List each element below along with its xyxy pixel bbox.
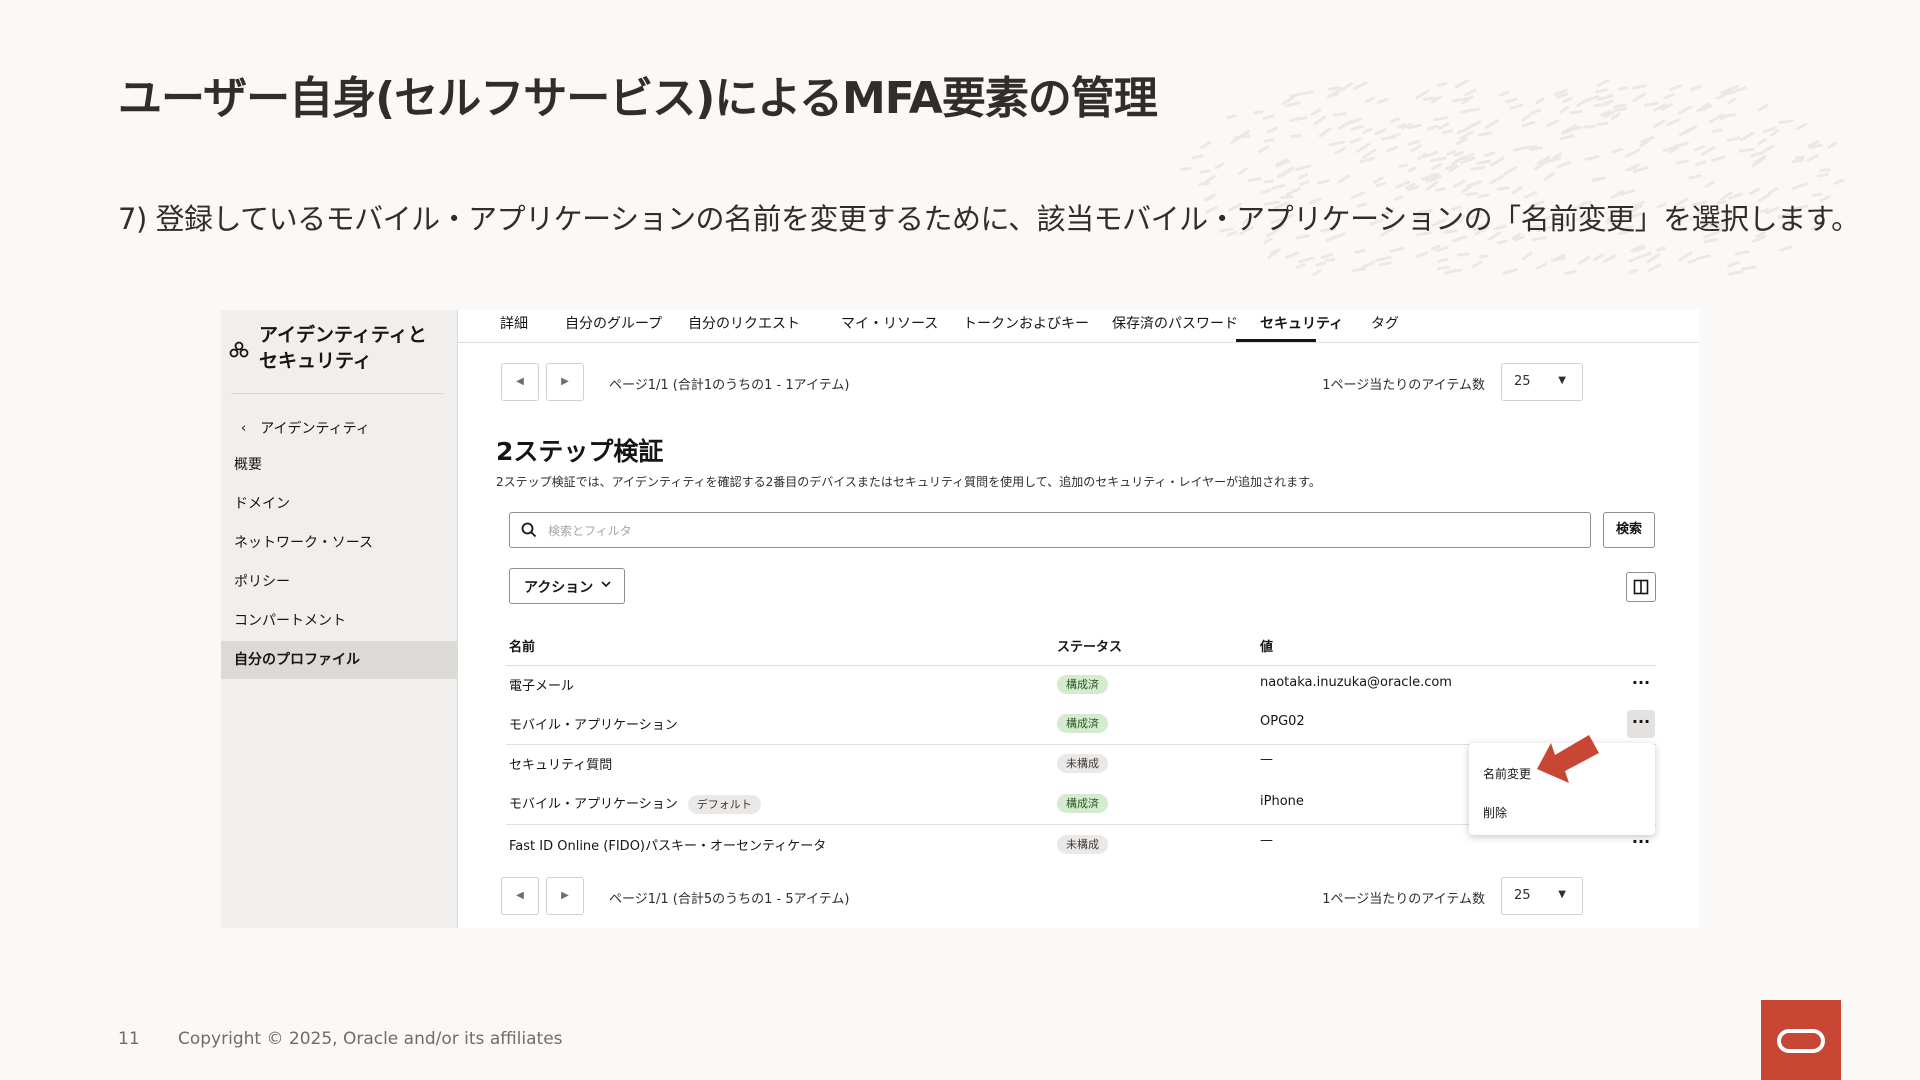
tab-tags[interactable]: タグ xyxy=(1371,313,1399,333)
next-page-button[interactable]: ▶ xyxy=(546,363,584,401)
sidebar-item-overview[interactable]: 概要 xyxy=(221,446,457,484)
search-placeholder: 検索とフィルタ xyxy=(548,524,632,538)
pager-status: ページ1/1 (合計5のうちの1 - 5アイテム) xyxy=(609,892,850,907)
sidebar-title: アイデンティティと セキュリティ xyxy=(259,324,427,372)
prev-page-button[interactable]: ◀ xyxy=(501,877,539,915)
row-2-more-button[interactable]: ··· xyxy=(1627,710,1655,738)
section-title: 2ステップ検証 xyxy=(496,437,664,466)
sidebar-header: アイデンティティと セキュリティ xyxy=(221,310,457,395)
per-page-value: 25 xyxy=(1514,374,1531,389)
columns-icon xyxy=(1633,579,1649,595)
column-header-name[interactable]: 名前 xyxy=(509,636,535,655)
row-1-status-badge: 構成済 xyxy=(1057,675,1108,694)
column-header-status[interactable]: ステータス xyxy=(1057,636,1122,655)
row-5-name: Fast ID Online (FIDO)パスキー・オーセンティケータ xyxy=(509,839,827,854)
per-page-select[interactable]: 25 ▼ xyxy=(1501,877,1583,915)
row-4-status-badge: 構成済 xyxy=(1057,794,1108,813)
per-page-label: 1ページ当たりのアイテム数 xyxy=(1322,378,1485,393)
next-page-button[interactable]: ▶ xyxy=(546,877,584,915)
oracle-logo xyxy=(1761,1000,1841,1080)
sidebar-item-compartments[interactable]: コンパートメント xyxy=(221,602,457,640)
menu-item-delete[interactable]: 削除 xyxy=(1483,804,1507,821)
copyright: Copyright © 2025, Oracle and/or its affi… xyxy=(178,1029,563,1049)
row-5-value: — xyxy=(1260,833,1273,848)
search-input[interactable]: 検索とフィルタ xyxy=(509,512,1591,548)
default-badge: デフォルト xyxy=(687,795,761,814)
row-2-value: OPG02 xyxy=(1260,714,1305,729)
sidebar-item-policies[interactable]: ポリシー xyxy=(221,563,457,601)
table-header-divider xyxy=(506,665,1656,666)
console-screenshot: アイデンティティと セキュリティ ‹ アイデンティティ 概要 ドメイン ネットワ… xyxy=(221,310,1699,928)
menu-item-rename[interactable]: 名前変更 xyxy=(1483,765,1531,782)
callout-arrow-icon xyxy=(1537,735,1599,783)
prev-page-button[interactable]: ◀ xyxy=(501,363,539,401)
sidebar-back-link[interactable]: ‹ アイデンティティ xyxy=(241,416,370,440)
sidebar-divider xyxy=(231,393,443,394)
row-4-name: モバイル・アプリケーション xyxy=(509,797,678,812)
row-2-status-badge: 構成済 xyxy=(1057,714,1108,733)
identity-security-icon xyxy=(229,341,249,358)
top-pager: ◀ ▶ ページ1/1 (合計1のうちの1 - 1アイテム) 1ページ当たりのアイ… xyxy=(501,363,1641,403)
search-icon xyxy=(521,522,537,538)
column-settings-button[interactable] xyxy=(1626,572,1656,602)
row-3-status-badge: 未構成 xyxy=(1057,754,1108,773)
per-page-value: 25 xyxy=(1514,888,1531,903)
per-page-label: 1ページ当たりのアイテム数 xyxy=(1322,892,1485,907)
tab-tokens-keys[interactable]: トークンおよびキー xyxy=(963,313,1089,333)
per-page-select[interactable]: 25 ▼ xyxy=(1501,363,1583,401)
tab-my-groups[interactable]: 自分のグループ xyxy=(565,313,662,333)
oracle-logo-mark xyxy=(1777,1029,1825,1053)
sidebar-item-domains[interactable]: ドメイン xyxy=(221,485,457,523)
tab-bar: 詳細 自分のグループ 自分のリクエスト マイ・リソース トークンおよびキー 保存… xyxy=(457,310,1699,343)
tab-saved-passwords[interactable]: 保存済のパスワード xyxy=(1112,313,1238,333)
tab-my-requests[interactable]: 自分のリクエスト xyxy=(688,313,800,333)
caret-down-icon: ▼ xyxy=(1558,375,1566,386)
row-4-value: iPhone xyxy=(1260,794,1304,809)
section-description: 2ステップ検証では、アイデンティティを確認する2番目のデバイスまたはセキュリティ… xyxy=(496,475,1321,489)
chevron-left-icon: ‹ xyxy=(241,420,247,436)
tab-security[interactable]: セキュリティ xyxy=(1260,313,1343,333)
column-header-value[interactable]: 値 xyxy=(1260,636,1273,655)
sidebar-item-my-profile[interactable]: 自分のプロファイル xyxy=(221,641,457,679)
slide-instruction: 7) 登録しているモバイル・アプリケーションの名前を変更するために、該当モバイル… xyxy=(118,202,1860,236)
row-4-name-cell: モバイル・アプリケーション デフォルト xyxy=(509,793,761,814)
row-1-name: 電子メール xyxy=(509,679,575,694)
row-3-name: セキュリティ質問 xyxy=(509,758,613,773)
sidebar-back-label: アイデンティティ xyxy=(260,421,370,437)
row-1-more-button[interactable]: ··· xyxy=(1627,671,1655,699)
active-tab-indicator xyxy=(1236,339,1316,342)
decorative-pattern xyxy=(1180,80,1845,277)
caret-down-icon: ▼ xyxy=(1558,889,1566,900)
actions-menu-button[interactable]: アクション xyxy=(509,568,625,604)
bottom-pager: ◀ ▶ ページ1/1 (合計5のうちの1 - 5アイテム) 1ページ当たりのアイ… xyxy=(501,877,1641,917)
row-3-value: — xyxy=(1260,752,1273,767)
actions-label: アクション xyxy=(524,580,594,596)
search-button[interactable]: 検索 xyxy=(1603,512,1655,548)
tab-my-resources[interactable]: マイ・リソース xyxy=(841,313,938,333)
sidebar-item-network-sources[interactable]: ネットワーク・ソース xyxy=(221,524,457,562)
row-5-status-badge: 未構成 xyxy=(1057,835,1108,854)
page-number: 11 xyxy=(118,1029,140,1049)
row-1-value: naotaka.inuzuka@oracle.com xyxy=(1260,675,1452,690)
sidebar: アイデンティティと セキュリティ ‹ アイデンティティ 概要 ドメイン ネットワ… xyxy=(221,310,458,928)
tab-details[interactable]: 詳細 xyxy=(500,313,528,333)
pager-status: ページ1/1 (合計1のうちの1 - 1アイテム) xyxy=(609,378,850,393)
row-2-name: モバイル・アプリケーション xyxy=(509,718,678,733)
chevron-down-icon xyxy=(601,581,611,588)
slide-title: ユーザー自身(セルフサービス)によるMFA要素の管理 xyxy=(118,73,1158,124)
